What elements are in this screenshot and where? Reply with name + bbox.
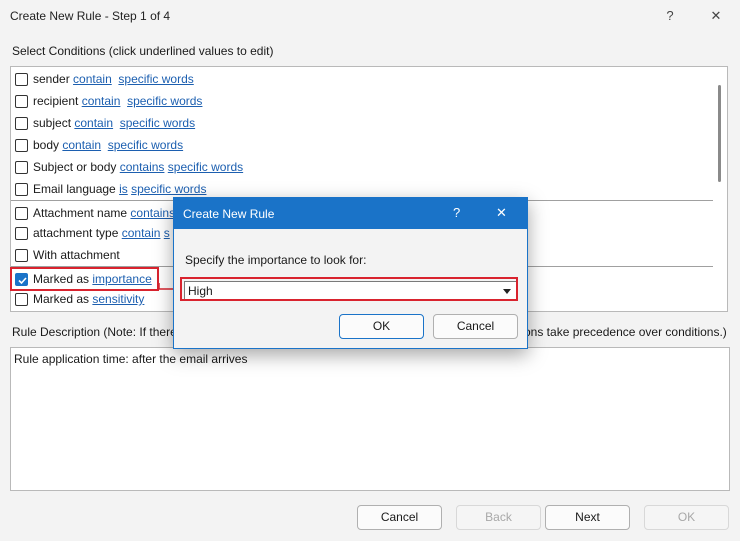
condition-value-link[interactable]: s <box>164 226 170 240</box>
condition-operator-link[interactable]: contains <box>130 206 175 220</box>
condition-value-link[interactable]: specific words <box>127 94 202 108</box>
condition-operator-link[interactable]: contain <box>82 94 121 108</box>
checkbox[interactable] <box>15 117 28 130</box>
cancel-button[interactable]: Cancel <box>357 505 442 530</box>
checkbox[interactable] <box>15 183 28 196</box>
condition-label: Subject or body <box>33 160 117 174</box>
checkbox[interactable] <box>15 95 28 108</box>
checkbox[interactable] <box>15 207 28 220</box>
dialog-ok-button[interactable]: OK <box>339 314 424 339</box>
next-button[interactable]: Next <box>545 505 630 530</box>
dialog-title: Create New Rule <box>183 207 275 221</box>
condition-operator-link[interactable]: contain <box>62 138 101 152</box>
sensitivity-link[interactable]: sensitivity <box>92 292 144 306</box>
condition-label: subject <box>33 116 72 130</box>
rule-description-label-tail: ons take precedence over conditions.) <box>524 325 727 339</box>
condition-value-link[interactable]: specific words <box>168 160 243 174</box>
condition-operator-link[interactable]: is <box>119 182 128 196</box>
condition-label: Attachment name <box>33 206 128 220</box>
close-icon[interactable]: ✕ <box>705 5 727 27</box>
importance-dialog: Create New Rule ? ✕ Specify the importan… <box>173 197 528 349</box>
back-button[interactable]: Back <box>456 505 541 530</box>
highlight-box <box>10 267 159 291</box>
dialog-cancel-button[interactable]: Cancel <box>433 314 518 339</box>
condition-label: attachment type <box>33 226 119 240</box>
conditions-label: Select Conditions (click underlined valu… <box>12 44 274 58</box>
condition-label: Email language <box>33 182 116 196</box>
dialog-titlebar: Create New Rule ? ✕ <box>174 198 527 229</box>
checkbox[interactable] <box>15 249 28 262</box>
window-title: Create New Rule - Step 1 of 4 <box>10 9 171 23</box>
rule-description-text: Rule application time: after the email a… <box>14 352 248 366</box>
condition-label: sender <box>33 72 70 86</box>
checkbox[interactable] <box>15 73 28 86</box>
checkbox[interactable] <box>15 161 28 174</box>
condition-operator-link[interactable]: contain <box>73 72 112 86</box>
condition-label: With attachment <box>33 248 120 262</box>
condition-label: Marked as <box>33 292 90 306</box>
condition-label: body <box>33 138 60 152</box>
window-titlebar: Create New Rule - Step 1 of 4 ? ✕ <box>0 0 740 32</box>
dialog-prompt: Specify the importance to look for: <box>185 253 367 267</box>
help-icon[interactable]: ? <box>659 5 681 27</box>
condition-label: recipient <box>33 94 79 108</box>
checkbox[interactable] <box>15 139 28 152</box>
condition-operator-link[interactable]: contain <box>122 226 161 240</box>
rule-description-box[interactable]: Rule application time: after the email a… <box>10 347 730 491</box>
checkbox[interactable] <box>15 293 28 306</box>
condition-value-link[interactable]: specific words <box>131 182 206 196</box>
checkbox[interactable] <box>15 227 28 240</box>
condition-operator-link[interactable]: contains <box>120 160 165 174</box>
close-icon[interactable]: ✕ <box>496 205 507 221</box>
rule-description-label: Rule Description (Note: If there <box>12 325 177 339</box>
scrollbar-thumb[interactable] <box>718 85 721 182</box>
condition-value-link[interactable]: specific words <box>108 138 183 152</box>
help-icon[interactable]: ? <box>453 205 460 220</box>
condition-value-link[interactable]: specific words <box>120 116 195 130</box>
ok-button[interactable]: OK <box>644 505 729 530</box>
highlight-box <box>180 277 518 301</box>
condition-operator-link[interactable]: contain <box>74 116 113 130</box>
condition-value-link[interactable]: specific words <box>118 72 193 86</box>
